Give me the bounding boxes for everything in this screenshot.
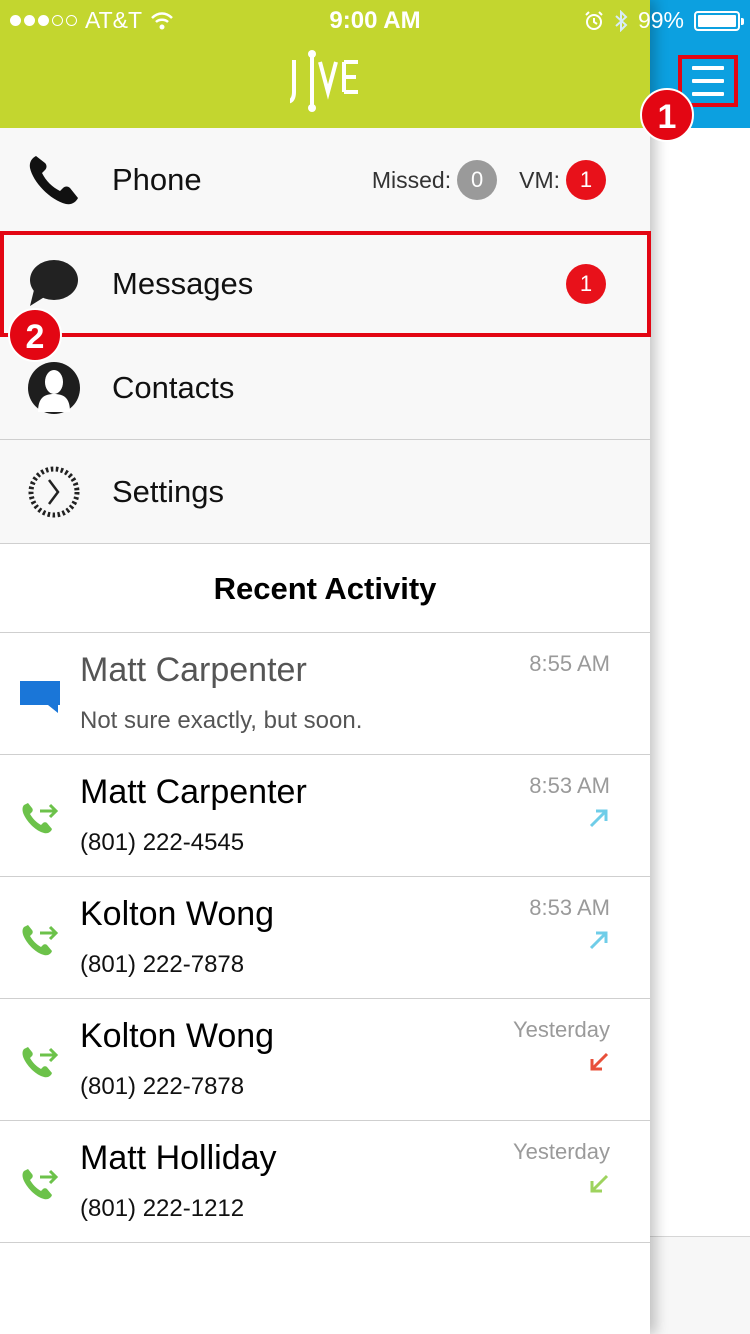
battery-percent: 99% bbox=[637, 7, 684, 33]
main-bottom-bar bbox=[650, 1236, 750, 1334]
nav-label-settings: Settings bbox=[112, 474, 225, 509]
menu-line-icon bbox=[692, 92, 724, 96]
nav-label-messages: Messages bbox=[112, 266, 254, 301]
bluetooth-icon bbox=[615, 9, 628, 32]
outgoing-arrow-icon bbox=[589, 931, 608, 950]
missed-count-badge: 0 bbox=[457, 160, 498, 200]
alarm-icon bbox=[585, 10, 603, 30]
navigation-drawer: Phone Missed: 0 VM: 1 Messages 1 Contact… bbox=[0, 0, 650, 1334]
activity-name: Kolton Wong bbox=[80, 895, 275, 933]
main-panel bbox=[650, 0, 750, 1334]
activity-time: Yesterday bbox=[512, 1139, 610, 1164]
phone-counts: Missed: 0 VM: 1 bbox=[372, 160, 606, 200]
activity-time: 8:53 AM bbox=[529, 773, 610, 798]
recent-activity-title: Recent Activity bbox=[0, 544, 650, 633]
call-icon bbox=[22, 803, 59, 834]
step-marker-2: 2 bbox=[8, 308, 62, 362]
battery-icon bbox=[694, 10, 744, 31]
contact-person-icon bbox=[28, 362, 80, 414]
nav-item-phone[interactable]: Phone Missed: 0 VM: 1 bbox=[0, 128, 650, 232]
activity-detail: (801) 222-4545 bbox=[80, 829, 245, 856]
activity-name: Matt Carpenter bbox=[80, 651, 307, 689]
menu-line-icon bbox=[692, 79, 724, 83]
activity-detail: (801) 222-7878 bbox=[80, 951, 245, 978]
step-marker-1: 1 bbox=[640, 88, 694, 142]
nav-item-contacts[interactable]: Contacts bbox=[0, 336, 650, 440]
activity-row[interactable]: Matt Holliday (801) 222-1212 Yesterday bbox=[0, 1121, 650, 1243]
nav-label-phone: Phone bbox=[112, 162, 202, 197]
call-icon bbox=[22, 1169, 59, 1200]
nav-item-messages[interactable]: Messages 1 bbox=[0, 232, 650, 336]
activity-time: 8:55 AM bbox=[529, 651, 610, 676]
voicemail-label: VM: bbox=[519, 166, 560, 193]
activity-row[interactable]: Kolton Wong (801) 222-7878 Yesterday bbox=[0, 999, 650, 1121]
activity-detail: (801) 222-1212 bbox=[80, 1195, 245, 1222]
status-bar: AT&T 9:00 AM 99% bbox=[0, 0, 750, 40]
message-icon bbox=[20, 681, 60, 713]
activity-detail: Not sure exactly, but soon. bbox=[80, 707, 363, 734]
incoming-arrow-icon bbox=[590, 1174, 609, 1193]
call-icon bbox=[22, 1047, 59, 1078]
call-icon bbox=[22, 925, 59, 956]
phone-icon bbox=[29, 156, 79, 205]
missed-label: Missed: bbox=[371, 166, 452, 193]
status-right: 99% bbox=[584, 7, 744, 34]
jive-logo bbox=[290, 50, 358, 112]
missed-arrow-icon bbox=[590, 1052, 609, 1071]
messages-count-badge: 1 bbox=[566, 264, 606, 304]
activity-row[interactable]: Kolton Wong (801) 222-7878 8:53 AM bbox=[0, 877, 650, 999]
voicemail-count-badge: 1 bbox=[566, 160, 606, 200]
activity-row[interactable]: Matt Carpenter Not sure exactly, but soo… bbox=[0, 633, 650, 755]
activity-time: Yesterday bbox=[512, 1017, 610, 1042]
settings-dial-icon bbox=[28, 466, 80, 518]
activity-row[interactable]: Matt Carpenter (801) 222-4545 8:53 AM bbox=[0, 755, 650, 877]
activity-detail: (801) 222-7878 bbox=[80, 1073, 245, 1100]
menu-line-icon bbox=[692, 66, 724, 70]
activity-name: Kolton Wong bbox=[80, 1017, 275, 1055]
nav-label-contacts: Contacts bbox=[112, 370, 235, 405]
chat-bubble-icon bbox=[30, 260, 78, 306]
outgoing-arrow-icon bbox=[589, 809, 608, 828]
activity-name: Matt Holliday bbox=[80, 1139, 277, 1177]
activity-time: 8:53 AM bbox=[529, 895, 610, 920]
nav-item-settings[interactable]: Settings bbox=[0, 440, 650, 544]
activity-name: Matt Carpenter bbox=[80, 773, 307, 811]
